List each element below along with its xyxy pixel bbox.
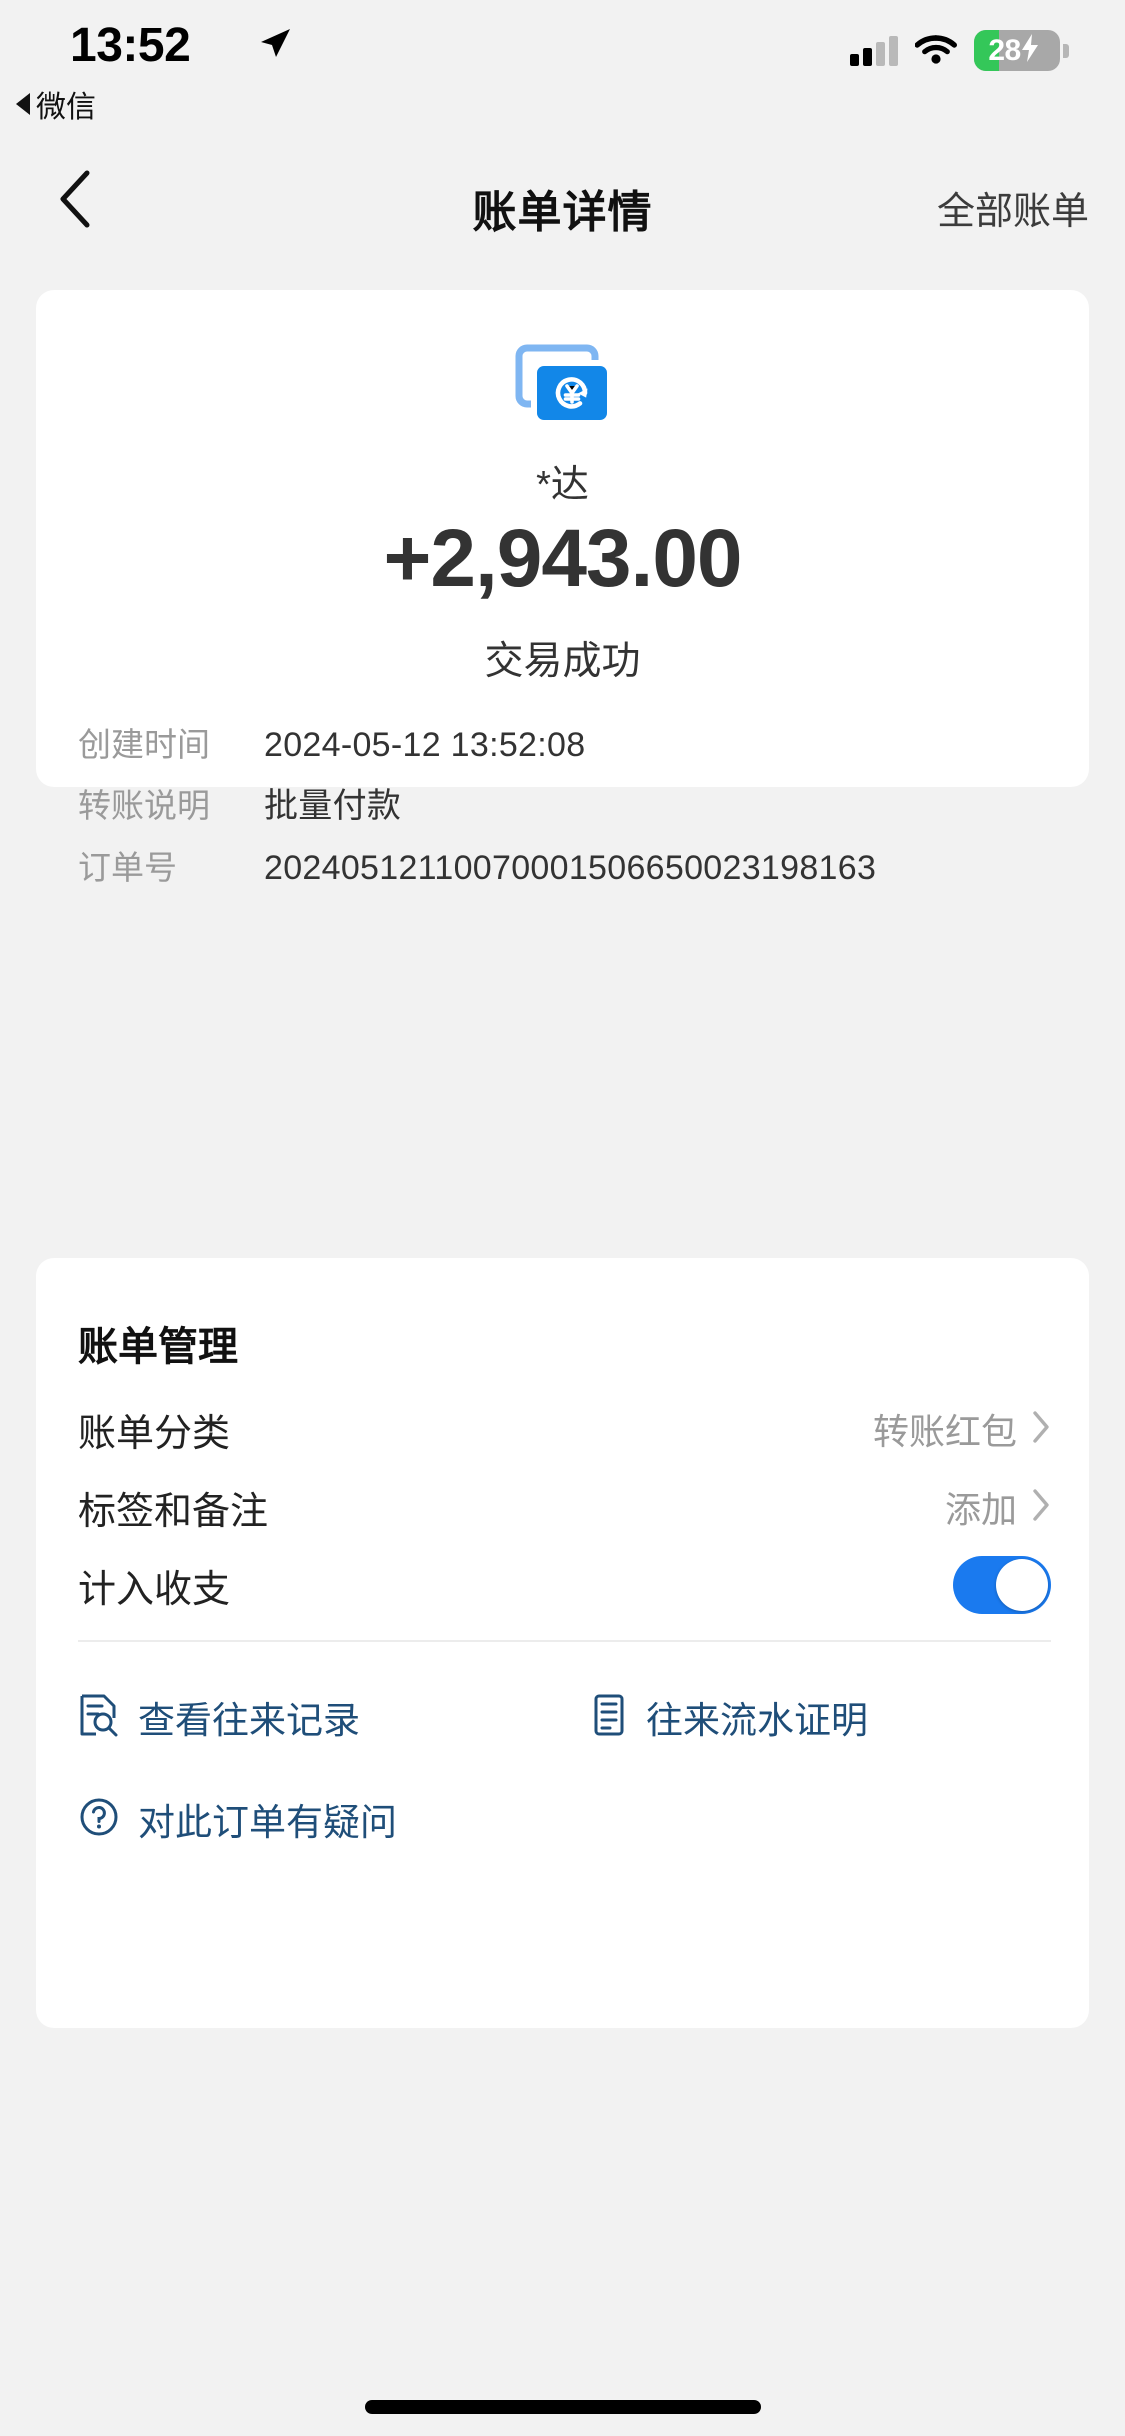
row-tags-and-notes[interactable]: 标签和备注 添加 — [78, 1476, 1051, 1538]
phone-screen: 13:52 微信 28 账单详情 全部账单 *达 +2,943.00 交易成功 … — [0, 0, 1125, 2436]
back-to-app-button[interactable]: 微信 — [16, 82, 96, 126]
battery-indicator: 28 — [974, 30, 1069, 71]
detail-label: 创建时间 — [78, 726, 210, 763]
section-heading: 账单管理 — [78, 1325, 238, 1369]
link-transaction-proof[interactable]: 往来流水证明 — [590, 1690, 868, 1744]
detail-row-created-time: 创建时间 2024-05-12 13:52:08 — [78, 722, 1051, 768]
detail-label: 订单号 — [78, 849, 177, 886]
bill-management-card: 账单管理 账单分类 转账红包 标签和备注 添加 计入收支 查看往来记录 往来流水… — [36, 1258, 1089, 2028]
payee-name: *达 — [536, 464, 589, 506]
row-value: 添加 — [944, 1489, 1017, 1530]
detail-value: 2024-05-12 13:52:08 — [264, 726, 586, 764]
location-arrow-icon — [258, 26, 292, 60]
status-bar-time: 13:52 — [70, 19, 191, 72]
charging-bolt-icon — [1020, 33, 1040, 68]
link-order-question[interactable]: 对此订单有疑问 — [78, 1792, 397, 1846]
row-label: 账单分类 — [78, 1412, 231, 1455]
home-indicator-bar[interactable] — [364, 2400, 761, 2414]
detail-value: 20240512110070001506650023198163 — [264, 849, 877, 887]
detail-label: 转账说明 — [78, 787, 210, 824]
question-circle-icon — [78, 1795, 120, 1844]
chevron-right-icon — [1031, 1410, 1051, 1449]
battery-level-label: 28 — [988, 33, 1021, 67]
include-in-income-expense-toggle[interactable] — [953, 1556, 1051, 1614]
detail-value: 批量付款 — [264, 787, 402, 825]
transfer-card-icon — [36, 344, 1089, 426]
detail-row-transfer-note: 转账说明 批量付款 — [78, 783, 1051, 829]
document-lines-icon — [590, 1693, 628, 1742]
bill-summary-card: *达 +2,943.00 交易成功 创建时间 2024-05-12 13:52:… — [36, 290, 1089, 887]
document-search-icon — [78, 1693, 120, 1742]
toggle-knob — [996, 1559, 1048, 1611]
status-bar: 13:52 微信 28 — [0, 0, 1125, 124]
link-view-records[interactable]: 查看往来记录 — [78, 1690, 360, 1744]
battery-cap — [1063, 43, 1069, 58]
transaction-status: 交易成功 — [484, 640, 641, 683]
wifi-icon — [914, 32, 957, 69]
back-triangle-icon — [16, 93, 30, 115]
back-to-app-label: 微信 — [36, 91, 96, 124]
row-include-in-income-expense: 计入收支 — [78, 1554, 1051, 1616]
link-label: 往来流水证明 — [646, 1700, 868, 1741]
cellular-signal-icon — [850, 35, 898, 66]
chevron-right-icon — [1031, 1488, 1051, 1527]
row-label: 计入收支 — [78, 1568, 231, 1611]
link-label: 对此订单有疑问 — [138, 1802, 397, 1843]
row-label: 标签和备注 — [78, 1490, 269, 1533]
row-bill-category[interactable]: 账单分类 转账红包 — [78, 1398, 1051, 1460]
row-value: 转账红包 — [872, 1411, 1017, 1452]
link-label: 查看往来记录 — [138, 1700, 360, 1741]
detail-row-order-number: 订单号 20240512110070001506650023198163 — [78, 845, 1051, 891]
status-bar-indicators: 28 — [850, 30, 1069, 71]
all-bills-button[interactable]: 全部账单 — [937, 180, 1089, 235]
section-divider — [78, 1640, 1051, 1642]
transaction-amount: +2,943.00 — [383, 513, 742, 604]
navigation-bar: 账单详情 全部账单 — [0, 150, 1125, 260]
